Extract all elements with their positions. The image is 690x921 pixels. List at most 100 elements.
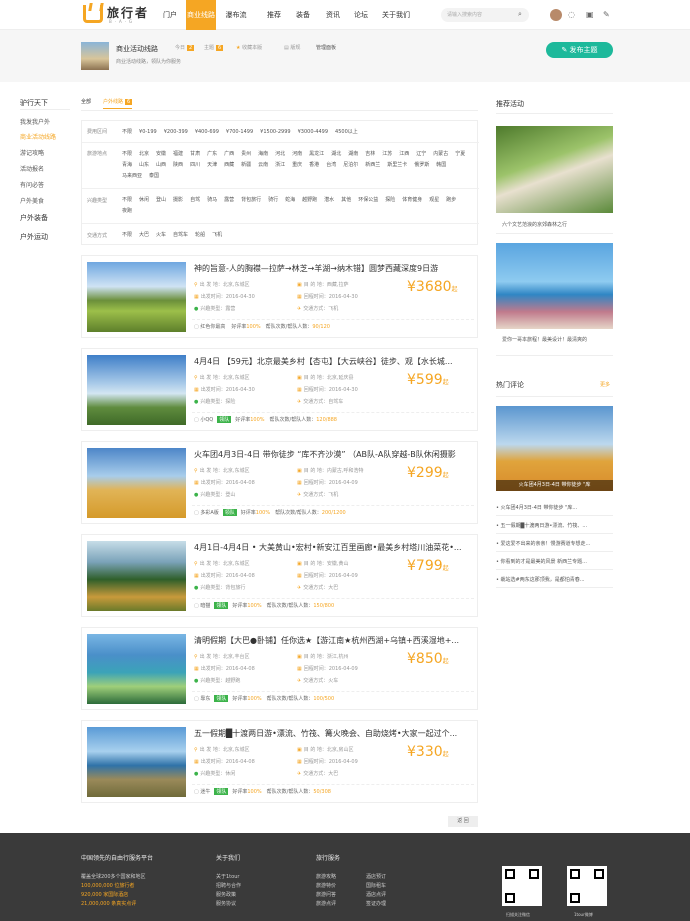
filter-option[interactable]: 登山 bbox=[156, 195, 166, 206]
filter-option[interactable]: 陕西 bbox=[173, 160, 183, 171]
search-box[interactable]: 请输入搜索内容 ⌕ bbox=[441, 8, 529, 22]
trip-card[interactable]: 五一假期█十渡两日游•漂流、竹筏、篝火晚会、自助烧烤•大家一起过个... ⚲ 出 发… bbox=[81, 720, 478, 803]
filter-option[interactable]: 云南 bbox=[258, 160, 268, 171]
recommend-image-forest[interactable] bbox=[496, 126, 613, 213]
footer-link[interactable]: 旅游攻略 bbox=[316, 873, 336, 882]
search-input[interactable]: 请输入搜索内容 bbox=[447, 11, 482, 18]
nav-item-portal[interactable]: 门户 bbox=[156, 0, 184, 30]
filter-option[interactable]: 贵州 bbox=[241, 149, 251, 160]
leader-name[interactable]: 多彩A版 bbox=[200, 510, 218, 516]
filter-option[interactable]: 北京 bbox=[139, 149, 149, 160]
filter-option[interactable]: 四川 bbox=[190, 160, 200, 171]
bell-icon[interactable]: ◌ bbox=[568, 11, 575, 19]
filter-option[interactable]: 吉林 bbox=[365, 149, 375, 160]
filter-option[interactable]: 广西 bbox=[224, 149, 234, 160]
filter-option[interactable]: 跑步 bbox=[446, 195, 456, 206]
nav-item-recommend[interactable]: 推荐 bbox=[263, 0, 285, 30]
filter-option[interactable]: 蛇海 bbox=[285, 195, 295, 206]
trip-card[interactable]: 神的旨意-人的胸襟—拉萨→林芝→羊湖→纳木错】圆梦西藏深度9日游 ⚲ 出 发 地：北… bbox=[81, 255, 478, 338]
footer-link[interactable]: 酒店预订 bbox=[366, 873, 386, 882]
filter-option[interactable]: 休闲 bbox=[139, 195, 149, 206]
trip-title[interactable]: 4月1日-4月4日 • 大美黄山•宏村•新安江百里画廊•最美乡村塔川油菜花•..… bbox=[194, 542, 474, 553]
trip-title[interactable]: 火车团4月3日-4日 带你徒步 “库不齐沙漠” （AB队-A队穿越-B队休闲摄影 bbox=[194, 449, 474, 460]
trip-title[interactable]: 神的旨意-人的胸襟—拉萨→林芝→羊湖→纳木错】圆梦西藏深度9日游 bbox=[194, 263, 474, 274]
footer-link[interactable]: 服务政策 bbox=[216, 891, 241, 900]
leader-name[interactable]: 靠东 bbox=[200, 696, 210, 702]
filter-option[interactable]: 河北 bbox=[275, 149, 285, 160]
filter-option[interactable]: 宁夏 bbox=[455, 149, 465, 160]
leader-name[interactable]: 暗猫 bbox=[200, 603, 210, 609]
trip-image[interactable] bbox=[87, 262, 186, 332]
more-link[interactable]: 更多 bbox=[600, 381, 610, 388]
trip-image[interactable] bbox=[87, 448, 186, 518]
hot-comment-item[interactable]: • 你看到的才是最美的风景 新西兰专题... bbox=[496, 558, 613, 565]
filter-option[interactable]: 甘肃 bbox=[190, 149, 200, 160]
leader-name[interactable]: 迷牛 bbox=[200, 789, 210, 795]
footer-link[interactable]: 旅游点评 bbox=[316, 900, 336, 909]
filter-option[interactable]: 西藏 bbox=[224, 160, 234, 171]
sidebar-item[interactable]: 有问必答 bbox=[20, 180, 44, 189]
trip-image[interactable] bbox=[87, 727, 186, 797]
filter-option[interactable]: 越野跑 bbox=[302, 195, 317, 206]
tab-all[interactable]: 全部 bbox=[81, 98, 91, 105]
filter-option[interactable]: ¥3000-4499 bbox=[298, 127, 328, 138]
trip-card[interactable]: 4月1日-4月4日 • 大美黄山•宏村•新安江百里画廊•最美乡村塔川油菜花•..… bbox=[81, 534, 478, 617]
filter-option[interactable]: 不限 bbox=[122, 127, 132, 138]
footer-link[interactable]: 旅游问答 bbox=[316, 891, 336, 900]
footer-link[interactable]: 酒店点评 bbox=[366, 891, 386, 900]
admin-panel-link[interactable]: 管理面板 bbox=[316, 44, 336, 51]
filter-option[interactable]: 摄影 bbox=[173, 195, 183, 206]
hot-comment-item[interactable]: • 火车团4月3日-4日 带你徒步 "库... bbox=[496, 504, 613, 511]
filter-option[interactable]: 香港 bbox=[309, 160, 319, 171]
filter-option[interactable]: 河南 bbox=[292, 149, 302, 160]
filter-option[interactable]: 浙江 bbox=[275, 160, 285, 171]
hot-comment-item[interactable]: • 五一假期█十渡两日游•漂流、竹筏、... bbox=[496, 522, 613, 529]
nav-item-news[interactable]: 资讯 bbox=[322, 0, 344, 30]
filter-option[interactable]: 夜跑 bbox=[122, 206, 132, 217]
footer-link[interactable]: 关于1tour bbox=[216, 873, 241, 882]
filter-option[interactable]: ¥400-699 bbox=[195, 127, 219, 138]
filter-option[interactable]: 辽宁 bbox=[416, 149, 426, 160]
trip-title[interactable]: 4月4日 【59元】北京最美乡村【杏屯】【大云峡谷】徒步、观【水长城... bbox=[194, 356, 474, 367]
filter-option[interactable]: 大巴 bbox=[139, 230, 149, 241]
filter-option[interactable]: ¥0-199 bbox=[139, 127, 157, 138]
filter-option[interactable]: 背包旅行 bbox=[241, 195, 261, 206]
site-logo[interactable]: 旅行者 B·A·G bbox=[83, 3, 153, 27]
user-avatar[interactable] bbox=[550, 9, 562, 21]
filter-option[interactable]: 不限 bbox=[122, 195, 132, 206]
trip-title[interactable]: 清明假期【大巴●卧铺】任你选★【游江南★杭州西湖+乌镇+西溪湿地+... bbox=[194, 635, 474, 646]
filter-option[interactable]: 韩国 bbox=[436, 160, 446, 171]
filter-option[interactable]: 马来西亚 bbox=[122, 171, 142, 182]
filter-option[interactable]: 福建 bbox=[173, 149, 183, 160]
filter-option[interactable]: 黑龙江 bbox=[309, 149, 324, 160]
filter-option[interactable]: 山西 bbox=[156, 160, 166, 171]
edit-icon[interactable]: ✎ bbox=[603, 11, 610, 19]
favorite-link[interactable]: ★ 收藏本版 bbox=[236, 44, 262, 51]
leader-name[interactable]: 红色你最高 bbox=[200, 324, 225, 330]
filter-option[interactable]: 安徽 bbox=[156, 149, 166, 160]
filter-option[interactable]: 自驾车 bbox=[173, 230, 188, 241]
hot-comment-item[interactable]: • 栽站选#两东这那顶我，是都怕青春... bbox=[496, 576, 613, 583]
footer-link[interactable]: 服务协议 bbox=[216, 900, 241, 909]
filter-option[interactable]: 台湾 bbox=[326, 160, 336, 171]
footer-link[interactable]: 招聘与合作 bbox=[216, 882, 241, 891]
nav-item-waterfall[interactable]: 瀑布流 bbox=[219, 0, 253, 30]
trip-title[interactable]: 五一假期█十渡两日游•漂流、竹筏、篝火晚会、自助烧烤•大家一起过个... bbox=[194, 728, 474, 739]
filter-option[interactable]: ¥1500-2999 bbox=[260, 127, 290, 138]
filter-option[interactable]: 潜水 bbox=[324, 195, 334, 206]
filter-option[interactable]: 轮船 bbox=[195, 230, 205, 241]
filter-option[interactable]: 观星 bbox=[429, 195, 439, 206]
hot-comment-image[interactable] bbox=[496, 406, 613, 491]
filter-option[interactable]: 骑马 bbox=[207, 195, 217, 206]
filter-option[interactable]: 飞机 bbox=[212, 230, 222, 241]
filter-option[interactable]: 青海 bbox=[122, 160, 132, 171]
trip-image[interactable] bbox=[87, 541, 186, 611]
sidebar-item[interactable]: 活动报名 bbox=[20, 164, 44, 173]
footer-link[interactable]: 旅游特价 bbox=[316, 882, 336, 891]
filter-option[interactable]: 湖北 bbox=[331, 149, 341, 160]
filter-option[interactable]: 新西兰 bbox=[365, 160, 380, 171]
filter-option[interactable]: 环保公益 bbox=[358, 195, 378, 206]
trip-image[interactable] bbox=[87, 634, 186, 704]
trip-image[interactable] bbox=[87, 355, 186, 425]
filter-option[interactable]: 其他 bbox=[341, 195, 351, 206]
